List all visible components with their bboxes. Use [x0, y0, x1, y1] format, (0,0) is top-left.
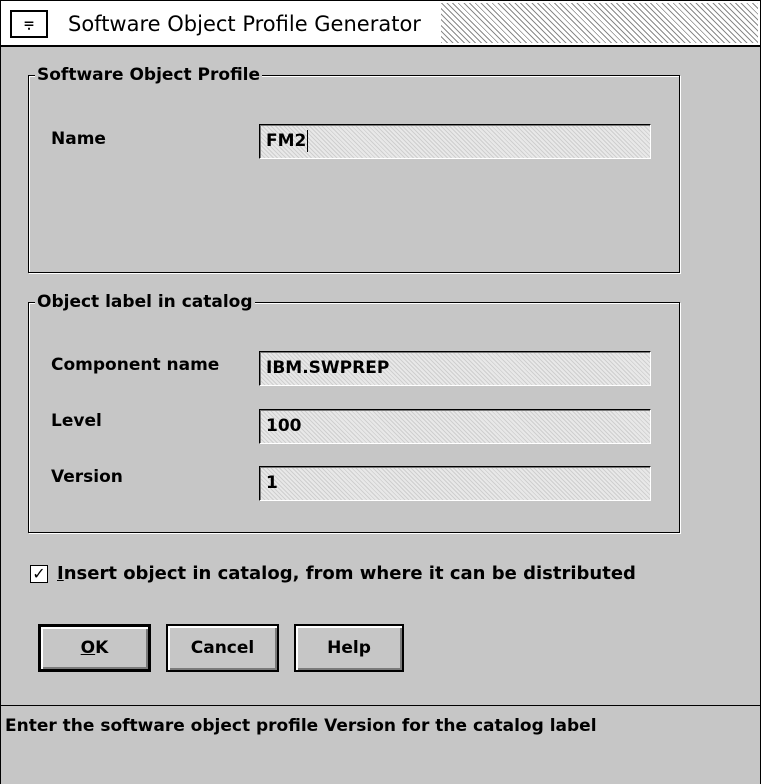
version-label: Version	[51, 467, 123, 487]
status-message: Enter the software object profile Versio…	[5, 716, 597, 736]
component-name-label: Component name	[51, 355, 220, 375]
name-value: FM2	[266, 131, 307, 151]
window-title: Software Object Profile Generator	[68, 12, 421, 36]
cancel-button[interactable]: Cancel	[166, 624, 279, 672]
title-bar[interactable]: ⩦ Software Object Profile Generator	[1, 1, 760, 47]
component-name-input[interactable]: IBM.SWPREP	[259, 351, 651, 386]
ok-mnemonic: O	[80, 638, 96, 658]
insert-in-catalog-label[interactable]: Insert object in catalog, from where it …	[57, 561, 636, 587]
ok-label-rest: K	[95, 638, 109, 658]
insert-label-text: nsert object in catalog, from where it c…	[63, 563, 636, 584]
group-title-profile: Software Object Profile	[35, 62, 263, 88]
version-input[interactable]: 1	[259, 466, 651, 501]
status-bar: Enter the software object profile Versio…	[1, 705, 760, 784]
title-bar-pattern	[441, 3, 758, 43]
insert-mnemonic: I	[57, 563, 64, 584]
text-cursor	[307, 130, 309, 152]
name-label: Name	[51, 129, 106, 149]
ok-button[interactable]: OK	[38, 624, 151, 672]
system-menu-icon[interactable]: ⩦	[10, 10, 48, 38]
group-title-catalog: Object label in catalog	[35, 289, 255, 315]
help-button[interactable]: Help	[294, 624, 404, 672]
software-object-profile-group: Software Object Profile	[28, 62, 680, 273]
insert-in-catalog-checkbox[interactable]: ✓	[30, 565, 48, 583]
dialog-client-area: Software Object Profile Name FM2 Object …	[1, 47, 760, 784]
level-input[interactable]: 100	[259, 409, 651, 444]
level-label: Level	[51, 411, 102, 431]
dialog-window: ⩦ Software Object Profile Generator Soft…	[0, 0, 761, 784]
name-input[interactable]: FM2	[259, 124, 651, 159]
